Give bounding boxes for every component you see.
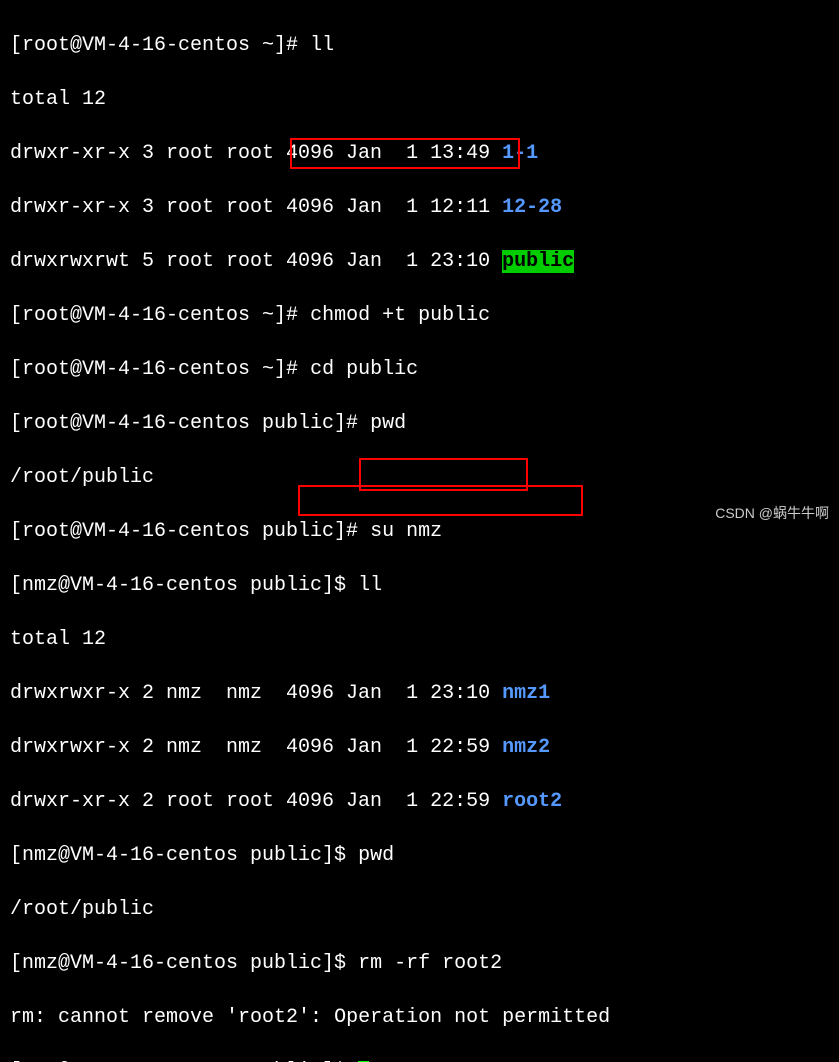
command: ll xyxy=(358,574,382,597)
ls-entry: drwxrwxr-x 2 nmz nmz 4096 Jan 1 22:59 nm… xyxy=(10,734,829,761)
cmd-line-chmod: [root@VM-4-16-centos ~]# chmod +t public xyxy=(10,302,829,329)
command: su nmz xyxy=(370,520,442,543)
dir-name: nmz2 xyxy=(502,736,550,759)
command: chmod +t public xyxy=(310,304,490,327)
command: pwd xyxy=(358,844,394,867)
file-meta: drwxr-xr-x 3 root root 4096 Jan 1 13:49 xyxy=(10,142,502,165)
watermark-text: CSDN @蜗牛牛啊 xyxy=(715,500,829,527)
ls-entry: drwxrwxrwt 5 root root 4096 Jan 1 23:10 … xyxy=(10,248,829,275)
command: cd public xyxy=(310,358,418,381)
prompt: [root@VM-4-16-centos ~]# xyxy=(10,34,310,57)
dir-name: 12-28 xyxy=(502,196,562,219)
cmd-line-pwd: [root@VM-4-16-centos public]# pwd xyxy=(10,410,829,437)
file-meta: drwxr-xr-x 2 root root 4096 Jan 1 22:59 xyxy=(10,790,502,813)
ls-entry: drwxrwxr-x 2 nmz nmz 4096 Jan 1 23:10 nm… xyxy=(10,680,829,707)
cmd-line-ll: [root@VM-4-16-centos ~]# ll xyxy=(10,32,829,59)
ls-entry: drwxr-xr-x 3 root root 4096 Jan 1 13:49 … xyxy=(10,140,829,167)
prompt: [nmz@VM-4-16-centos public]$ xyxy=(10,1060,358,1062)
cmd-line-su: [root@VM-4-16-centos public]# su nmz xyxy=(10,518,829,545)
output-pwd: /root/public xyxy=(10,464,829,491)
cmd-line-ll2: [nmz@VM-4-16-centos public]$ ll xyxy=(10,572,829,599)
prompt: [root@VM-4-16-centos ~]# xyxy=(10,304,310,327)
file-meta: drwxrwxrwt 5 root root 4096 Jan 1 23:10 xyxy=(10,250,502,273)
sticky-dir-name: public xyxy=(502,250,574,273)
file-meta: drwxrwxr-x 2 nmz nmz 4096 Jan 1 22:59 xyxy=(10,736,502,759)
command: ll xyxy=(310,34,334,57)
error-message: Operation not permitted xyxy=(334,1006,610,1029)
dir-name: nmz1 xyxy=(502,682,550,705)
prompt: [root@VM-4-16-centos public]# xyxy=(10,412,370,435)
cmd-line-cd: [root@VM-4-16-centos ~]# cd public xyxy=(10,356,829,383)
error-prefix: rm: cannot remove 'root2': xyxy=(10,1006,334,1029)
prompt: [root@VM-4-16-centos ~]# xyxy=(10,358,310,381)
ls-entry: drwxr-xr-x 3 root root 4096 Jan 1 12:11 … xyxy=(10,194,829,221)
terminal-output: [root@VM-4-16-centos ~]# ll total 12 drw… xyxy=(0,0,839,1062)
output-error: rm: cannot remove 'root2': Operation not… xyxy=(10,1004,829,1031)
cursor-icon xyxy=(358,1061,369,1062)
prompt: [nmz@VM-4-16-centos public]$ xyxy=(10,952,358,975)
command: pwd xyxy=(370,412,406,435)
prompt: [nmz@VM-4-16-centos public]$ xyxy=(10,574,358,597)
output-total2: total 12 xyxy=(10,626,829,653)
file-meta: drwxr-xr-x 3 root root 4096 Jan 1 12:11 xyxy=(10,196,502,219)
cmd-line-pwd2: [nmz@VM-4-16-centos public]$ pwd xyxy=(10,842,829,869)
cmd-line-rm: [nmz@VM-4-16-centos public]$ rm -rf root… xyxy=(10,950,829,977)
prompt: [nmz@VM-4-16-centos public]$ xyxy=(10,844,358,867)
file-meta: drwxrwxr-x 2 nmz nmz 4096 Jan 1 23:10 xyxy=(10,682,502,705)
dir-name: 1-1 xyxy=(502,142,538,165)
command: rm -rf root2 xyxy=(358,952,502,975)
output-pwd2: /root/public xyxy=(10,896,829,923)
prompt: [root@VM-4-16-centos public]# xyxy=(10,520,370,543)
dir-name: root2 xyxy=(502,790,562,813)
output-total: total 12 xyxy=(10,86,829,113)
ls-entry: drwxr-xr-x 2 root root 4096 Jan 1 22:59 … xyxy=(10,788,829,815)
cmd-line-empty[interactable]: [nmz@VM-4-16-centos public]$ xyxy=(10,1058,829,1062)
